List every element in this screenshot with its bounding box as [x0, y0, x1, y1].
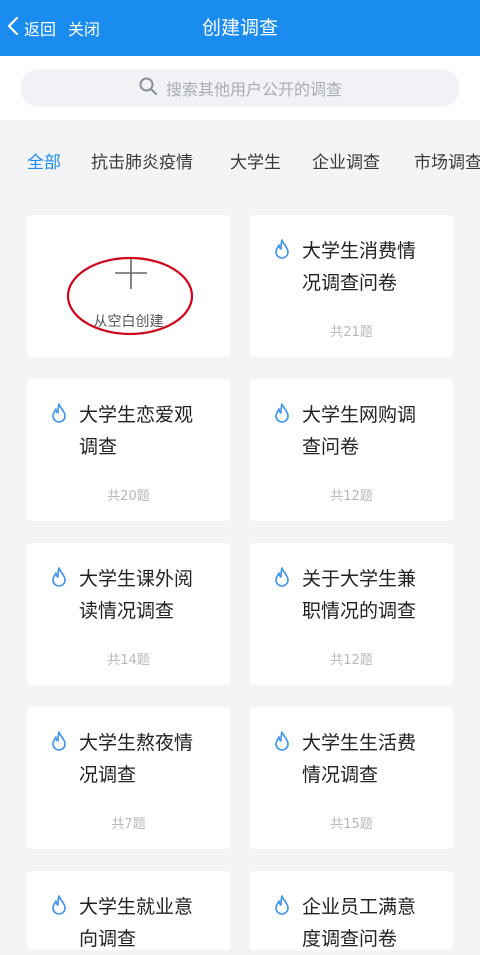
question-count: 共14题	[107, 653, 150, 668]
annotation-ring	[65, 255, 195, 337]
back-button[interactable]: 返回	[6, 14, 56, 42]
tab-college-students[interactable]: 大学生	[230, 148, 281, 173]
flame-icon	[51, 567, 67, 587]
template-title: 大学生熬夜情况调查	[79, 732, 194, 786]
close-label: 关闭	[68, 20, 101, 39]
question-count: 共15题	[330, 817, 373, 832]
template-title: 大学生网购调查问卷	[302, 404, 417, 458]
template-card[interactable]: 大学生消费情况调查问卷 共21题	[250, 215, 453, 357]
flame-icon	[51, 895, 67, 915]
template-title: 大学生就业意向调查	[79, 896, 194, 950]
question-count: 共21题	[330, 325, 373, 340]
template-title: 大学生消费情况调查问卷	[302, 240, 417, 294]
template-card[interactable]: 大学生恋爱观调查 共20题	[27, 379, 230, 521]
back-label: 返回	[24, 20, 57, 39]
question-count: 共12题	[330, 653, 373, 668]
tab-enterprise-survey[interactable]: 企业调查	[312, 148, 380, 173]
flame-icon	[51, 403, 67, 423]
flame-icon	[274, 895, 290, 915]
template-card[interactable]: 大学生课外阅读情况调查 共14题	[27, 543, 230, 685]
template-card[interactable]: 大学生生活费情况调查 共15题	[250, 707, 453, 849]
flame-icon	[274, 567, 290, 587]
flame-icon	[274, 239, 290, 259]
question-count: 共7题	[111, 817, 146, 832]
question-count: 共20题	[107, 489, 150, 504]
template-card[interactable]: 企业员工满意度调查问卷	[250, 871, 453, 950]
create-blank-card[interactable]: 从空白创建	[27, 215, 230, 357]
search-area: 搜索其他用户公开的调查	[0, 56, 480, 120]
flame-icon	[274, 403, 290, 423]
template-title: 关于大学生兼职情况的调查	[302, 568, 417, 622]
template-card[interactable]: 大学生就业意向调查	[27, 871, 230, 950]
template-title: 大学生恋爱观调查	[79, 404, 194, 458]
template-title: 大学生课外阅读情况调查	[79, 568, 194, 622]
template-card[interactable]: 大学生网购调查问卷 共12题	[250, 379, 453, 521]
tab-all[interactable]: 全部	[27, 148, 61, 173]
title-bar: 返回 关闭 创建调查	[0, 0, 480, 56]
search-placeholder: 搜索其他用户公开的调查	[165, 80, 342, 99]
chevron-left-icon	[6, 16, 24, 40]
tab-market-survey[interactable]: 市场调查	[414, 148, 480, 173]
flame-icon	[51, 731, 67, 751]
search-input[interactable]: 搜索其他用户公开的调查	[20, 69, 460, 107]
search-icon	[138, 76, 166, 100]
question-count: 共12题	[330, 489, 373, 504]
template-title: 企业员工满意度调查问卷	[302, 896, 417, 950]
flame-icon	[274, 731, 290, 751]
tab-anti-pneumonia[interactable]: 抗击肺炎疫情	[91, 148, 193, 173]
close-button[interactable]: 关闭	[68, 14, 100, 42]
template-title: 大学生生活费情况调查	[302, 732, 417, 786]
template-card[interactable]: 关于大学生兼职情况的调查 共12题	[250, 543, 453, 685]
template-card[interactable]: 大学生熬夜情况调查 共7题	[27, 707, 230, 849]
category-tabs: 全部 抗击肺炎疫情 大学生 企业调查 市场调查	[0, 120, 480, 200]
